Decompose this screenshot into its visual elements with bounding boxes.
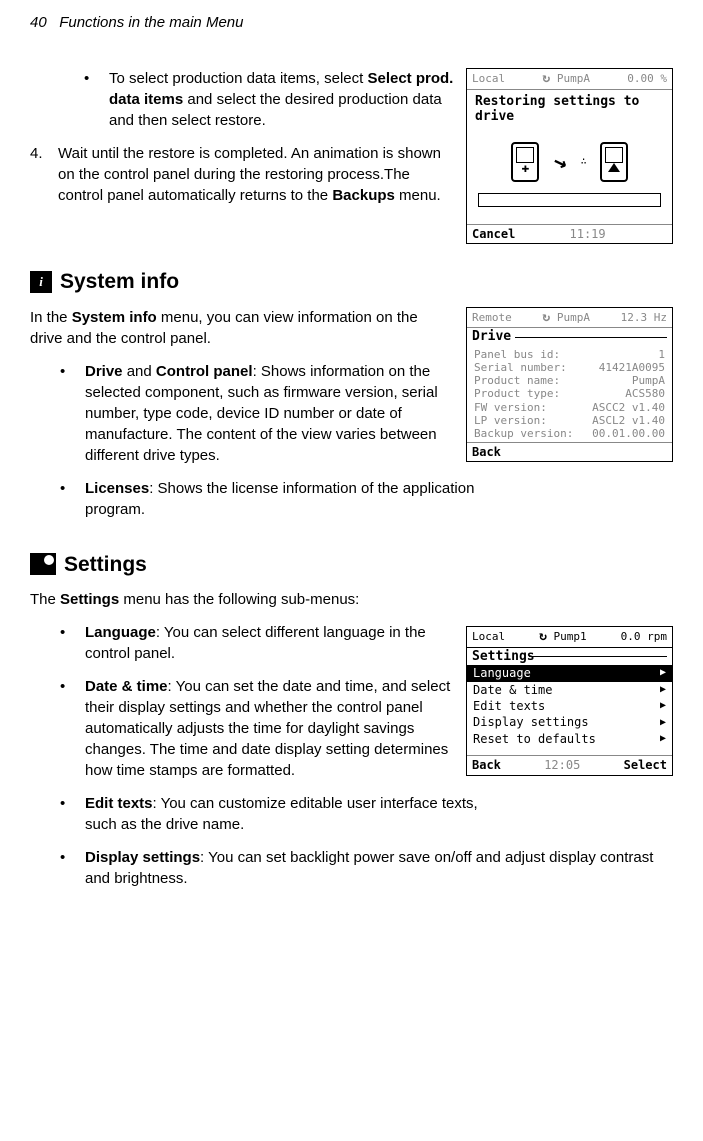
refresh-icon: ↻ [542, 310, 550, 326]
lcd-footer-left: Cancel [472, 227, 515, 241]
lcd-footer-right [660, 227, 667, 241]
panel-device-icon: ✚ [511, 142, 539, 182]
bullet-edittexts: • Edit texts: You can customize editable… [60, 793, 478, 835]
menu-item-display[interactable]: Display settings▶ [467, 714, 672, 730]
step-text: Wait until the restore is completed. An … [58, 143, 448, 206]
drive-row: Panel bus id:1 [472, 348, 667, 361]
restore-graphic: ✚ ↘ ∴ [511, 142, 627, 182]
menu-item-language[interactable]: Language▶ [467, 665, 672, 681]
lcd-status-right: 0.0 rpm [621, 630, 667, 643]
chevron-right-icon: ▶ [660, 667, 666, 679]
bullet-text: Drive and Control panel: Shows informati… [85, 361, 456, 466]
lcd-status-bar: Local ↻ Pump1 0.0 rpm [467, 627, 672, 648]
bullet-marker: • [60, 676, 70, 781]
page-header: 40 Functions in the main Menu [30, 12, 673, 33]
lcd-status-right: 0.00 % [627, 72, 667, 85]
lcd-footer-left: Back [472, 758, 501, 772]
bullet-marker: • [60, 478, 70, 520]
bullet-text: To select production data items, select … [109, 68, 456, 131]
bullet-language: • Language: You can select different lan… [60, 622, 456, 664]
lcd-status-left: Local [472, 630, 505, 643]
lcd-footer: Cancel 11:19 [467, 224, 672, 243]
system-info-heading: i System info [30, 267, 673, 296]
lcd-status-bar: Local ↻ PumpA 0.00 % [467, 69, 672, 90]
chapter-title: Functions in the main Menu [59, 14, 243, 31]
bullet-marker: • [84, 68, 94, 131]
bullet-marker: • [60, 847, 70, 889]
lcd-footer-time: 11:19 [570, 227, 606, 241]
lcd-status-mid: ↻ PumpA [542, 310, 590, 326]
menu-item-edittexts[interactable]: Edit texts▶ [467, 698, 672, 714]
lcd-settings-body: Language▶ Date & time▶ Edit texts▶ Displ… [467, 665, 672, 755]
chevron-right-icon: ▶ [660, 700, 666, 712]
lcd-status-mid: ↻ Pump1 [539, 629, 587, 645]
bullet-marker: • [60, 361, 70, 466]
lcd-status-right: 12.3 Hz [621, 311, 667, 324]
drive-row: Product type:ACS580 [472, 387, 667, 400]
drive-row: Backup version:00.01.00.00 [472, 427, 667, 440]
lcd-status-bar: Remote ↻ PumpA 12.3 Hz [467, 308, 672, 329]
transfer-dots-icon: ∴ [581, 156, 586, 168]
bullet-marker: • [60, 793, 70, 835]
step-4: 4. Wait until the restore is completed. … [30, 143, 448, 206]
lcd-restore-title: Restoring settings to drive [467, 90, 672, 129]
step-number: 4. [30, 143, 48, 206]
settings-intro: The Settings menu has the following sub-… [30, 589, 673, 610]
lcd-status-left: Remote [472, 311, 512, 324]
bullet-text: Language: You can select different langu… [85, 622, 456, 664]
lcd-section-settings: Settings [467, 648, 672, 666]
info-icon: i [30, 271, 52, 293]
lcd-status-left: Local [472, 72, 505, 85]
drive-device-icon [600, 142, 628, 182]
bullet-text: Display settings: You can set backlight … [85, 847, 673, 889]
progress-bar [478, 193, 661, 207]
lcd-drive-screen: Remote ↻ PumpA 12.3 Hz Drive Panel bus i… [466, 307, 673, 463]
bullet-marker: • [60, 622, 70, 664]
drive-row: LP version:ASCL2 v1.40 [472, 414, 667, 427]
bullet-text: Date & time: You can set the date and ti… [85, 676, 456, 781]
chevron-right-icon: ▶ [660, 717, 666, 729]
bullet-text: Edit texts: You can customize editable u… [85, 793, 478, 835]
lcd-footer-time: 12:05 [544, 758, 580, 772]
lcd-footer: Back 12:05 Select [467, 755, 672, 774]
lcd-restore-body: ✚ ↘ ∴ [467, 129, 672, 224]
chevron-right-icon: ▶ [660, 733, 666, 745]
refresh-icon: ↻ [542, 71, 550, 87]
chevron-right-icon: ▶ [660, 684, 666, 696]
bullet-select-prod: • To select production data items, selec… [84, 68, 456, 131]
bullet-licenses: • Licenses: Shows the license informatio… [60, 478, 478, 520]
lcd-section-drive: Drive [467, 328, 672, 346]
systeminfo-intro: In the System info menu, you can view in… [30, 307, 448, 349]
bullet-drive-controlpanel: • Drive and Control panel: Shows informa… [60, 361, 456, 466]
bullet-display: • Display settings: You can set backligh… [60, 847, 673, 889]
settings-heading: Settings [30, 550, 673, 579]
lcd-settings-screen: Local ↻ Pump1 0.0 rpm Settings Language▶… [466, 626, 673, 776]
lcd-restore-screen: Local ↻ PumpA 0.00 % Restoring settings … [466, 68, 673, 244]
lcd-footer-right: Select [624, 758, 667, 772]
refresh-icon: ↻ [539, 629, 547, 645]
bullet-text: Licenses: Shows the license information … [85, 478, 478, 520]
lcd-drive-body: Panel bus id:1 Serial number:41421A0095 … [467, 346, 672, 442]
lcd-footer: Back [467, 442, 672, 461]
lcd-status-mid: ↻ PumpA [542, 71, 590, 87]
menu-item-datetime[interactable]: Date & time▶ [467, 682, 672, 698]
lcd-footer-left: Back [472, 445, 501, 459]
bullet-datetime: • Date & time: You can set the date and … [60, 676, 456, 781]
menu-item-reset[interactable]: Reset to defaults▶ [467, 731, 672, 747]
drive-row: Serial number:41421A0095 [472, 361, 667, 374]
page-number: 40 [30, 14, 47, 31]
transfer-arrow-icon: ↘ [549, 148, 570, 177]
drive-row: Product name:PumpA [472, 374, 667, 387]
settings-icon [30, 553, 56, 575]
drive-row: FW version:ASCC2 v1.40 [472, 401, 667, 414]
